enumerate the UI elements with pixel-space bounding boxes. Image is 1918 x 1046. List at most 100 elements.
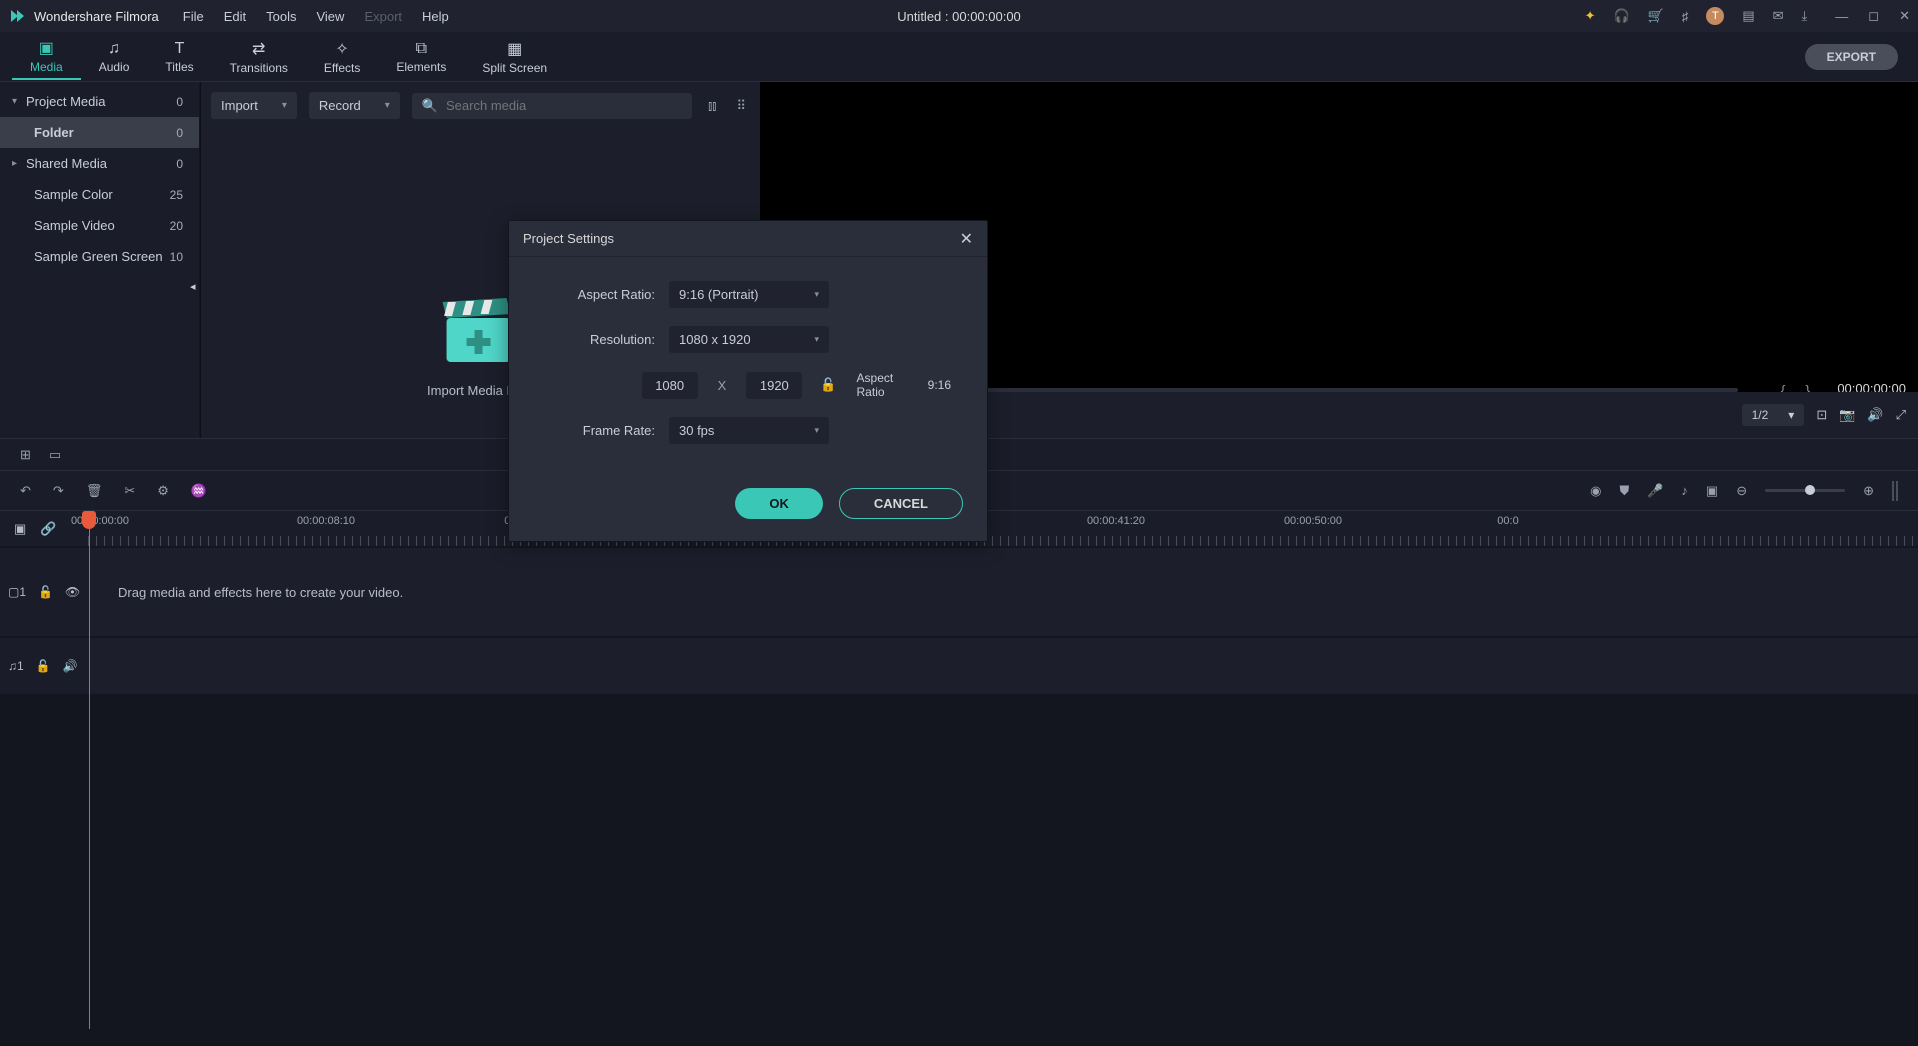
mute-icon[interactable]: 🔊: [63, 659, 78, 673]
ruler-video-icon[interactable]: ▣: [14, 521, 26, 537]
filter-icon[interactable]: ⫾⫾: [704, 94, 720, 118]
project-title: Untitled : 00:00:00:00: [897, 9, 1021, 24]
ok-button[interactable]: OK: [735, 488, 823, 519]
audio-wave-icon[interactable]: ♒: [191, 483, 207, 499]
video-track-icon: ▢1: [8, 585, 26, 599]
tab-elements[interactable]: ⧉Elements: [378, 36, 464, 78]
headset-icon[interactable]: 🎧: [1613, 8, 1629, 24]
menu-help[interactable]: Help: [422, 9, 449, 24]
tab-transitions[interactable]: ⇄Transitions: [212, 35, 306, 79]
gift-icon[interactable]: ♯: [1682, 9, 1689, 24]
collapse-sidebar-icon[interactable]: ◂: [190, 280, 196, 293]
grid-view-icon[interactable]: ⠿: [732, 94, 750, 118]
unlock-icon[interactable]: 🔓: [820, 377, 836, 393]
frame-rate-dropdown[interactable]: 30 fps▾: [669, 417, 829, 444]
menu-view[interactable]: View: [316, 9, 344, 24]
ruler-ticks: [88, 536, 1918, 546]
category-tabs: ▣Media ♫Audio TTitles ⇄Transitions ✧Effe…: [0, 32, 1918, 82]
menu-file[interactable]: File: [183, 9, 204, 24]
timeline-tracks: ▢1 🔓 👁 Drag media and effects here to cr…: [0, 546, 1918, 1046]
lock-icon[interactable]: 🔓: [36, 659, 51, 673]
lightbulb-icon[interactable]: ✦: [1585, 8, 1596, 24]
adjust-icon[interactable]: ⚙: [157, 483, 169, 499]
chevron-down-icon: ▾: [1788, 408, 1794, 422]
zoom-slider-thumb[interactable]: [1805, 485, 1815, 495]
delete-icon[interactable]: 🗑: [86, 483, 103, 499]
new-folder-icon[interactable]: ⊞: [20, 447, 31, 463]
sidebar-item-folder[interactable]: Folder0: [0, 117, 199, 148]
app-name: Wondershare Filmora: [34, 9, 159, 24]
grid-icon: ▦: [507, 39, 522, 59]
undo-icon[interactable]: ↶: [20, 483, 31, 499]
zoom-out-icon[interactable]: ⊖: [1736, 483, 1747, 499]
maximize-button[interactable]: ◻: [1868, 8, 1879, 24]
sparkle-icon: ✧: [335, 39, 348, 59]
resolution-dropdown[interactable]: 1080 x 1920▾: [669, 326, 829, 353]
folder-icon[interactable]: ▭: [49, 447, 61, 463]
search-box[interactable]: 🔍: [412, 93, 692, 119]
cart-icon[interactable]: 🛒: [1648, 8, 1664, 24]
mail-icon[interactable]: ✉: [1773, 8, 1784, 24]
screen-icon[interactable]: ⊡: [1816, 407, 1827, 423]
chevron-down-icon: ▾: [385, 100, 390, 111]
link-icon[interactable]: 🔗: [40, 521, 56, 537]
audio-track[interactable]: ♫1 🔓 🔊: [0, 638, 1918, 694]
minimize-button[interactable]: —: [1835, 8, 1848, 24]
zoom-slider[interactable]: [1765, 489, 1845, 492]
chevron-down-icon: ▾: [814, 425, 819, 436]
titlebar-actions: ✦ 🎧 🛒 ♯ T ▤ ✉ ⤓ — ◻ ✕: [1585, 7, 1910, 25]
save-icon[interactable]: ▤: [1742, 8, 1754, 24]
x-separator: X: [718, 378, 727, 393]
titlebar: Wondershare Filmora File Edit Tools View…: [0, 0, 1918, 32]
ruler-timestamp: 00:0: [1497, 515, 1518, 527]
width-input[interactable]: [642, 372, 698, 399]
cancel-button[interactable]: CANCEL: [839, 488, 963, 519]
marker-shield-icon[interactable]: ⛊: [1619, 483, 1629, 499]
cut-icon[interactable]: ✂: [124, 483, 135, 499]
snapshot-icon[interactable]: 📷: [1839, 407, 1855, 423]
redo-icon[interactable]: ↷: [53, 483, 64, 499]
voiceover-icon[interactable]: 🎤: [1647, 483, 1663, 499]
import-dropdown[interactable]: Import▾: [211, 92, 297, 119]
render-icon[interactable]: ◉: [1590, 483, 1601, 499]
fullscreen-icon[interactable]: ⤢: [1896, 407, 1906, 423]
close-button[interactable]: ✕: [1899, 8, 1910, 24]
menu-edit[interactable]: Edit: [224, 9, 246, 24]
tab-split-screen[interactable]: ▦Split Screen: [464, 35, 565, 79]
music-note-icon: ♫: [108, 40, 120, 58]
folder-icon: ▣: [39, 38, 54, 58]
tab-audio[interactable]: ♫Audio: [81, 36, 148, 78]
zoom-in-icon[interactable]: ⊕: [1863, 483, 1874, 499]
music-icon[interactable]: ♪: [1681, 483, 1688, 498]
visibility-icon[interactable]: 👁: [65, 585, 80, 599]
tab-effects[interactable]: ✧Effects: [306, 35, 378, 79]
sidebar-item-sample-video[interactable]: Sample Video20: [0, 210, 199, 241]
tab-titles[interactable]: TTitles: [147, 36, 211, 78]
download-icon[interactable]: ⤓: [1802, 8, 1808, 24]
sidebar-item-sample-green-screen[interactable]: Sample Green Screen10: [0, 241, 199, 272]
aspect-ratio-dropdown[interactable]: 9:16 (Portrait)▾: [669, 281, 829, 308]
ruler-timestamp: 00:00:08:10: [297, 515, 355, 527]
user-avatar[interactable]: T: [1706, 7, 1724, 25]
video-track[interactable]: ▢1 🔓 👁 Drag media and effects here to cr…: [0, 548, 1918, 636]
lock-icon[interactable]: 🔓: [38, 585, 53, 599]
menu-tools[interactable]: Tools: [266, 9, 296, 24]
zoom-dropdown[interactable]: 1/2▾: [1742, 404, 1805, 426]
sidebar-item-shared-media[interactable]: ▸Shared Media0: [0, 148, 199, 179]
chevron-down-icon: ▾: [12, 96, 26, 107]
ruler-timestamp: 00:00:41:20: [1087, 515, 1145, 527]
export-button[interactable]: EXPORT: [1805, 44, 1898, 70]
sidebar-item-project-media[interactable]: ▾Project Media0: [0, 86, 199, 117]
crop-icon[interactable]: ▣: [1706, 483, 1718, 499]
sidebar-item-sample-color[interactable]: Sample Color25: [0, 179, 199, 210]
record-dropdown[interactable]: Record▾: [309, 92, 400, 119]
timeline-playhead[interactable]: [88, 511, 90, 1046]
tab-media[interactable]: ▣Media: [12, 34, 81, 80]
audio-track-icon: ♫1: [8, 659, 24, 673]
ruler-timestamp: 00:00:00:00: [71, 515, 129, 527]
search-input[interactable]: [446, 98, 682, 113]
height-input[interactable]: [746, 372, 802, 399]
dialog-title: Project Settings: [523, 231, 614, 246]
dialog-close-button[interactable]: ✕: [960, 229, 973, 249]
volume-icon[interactable]: 🔊: [1867, 407, 1883, 423]
